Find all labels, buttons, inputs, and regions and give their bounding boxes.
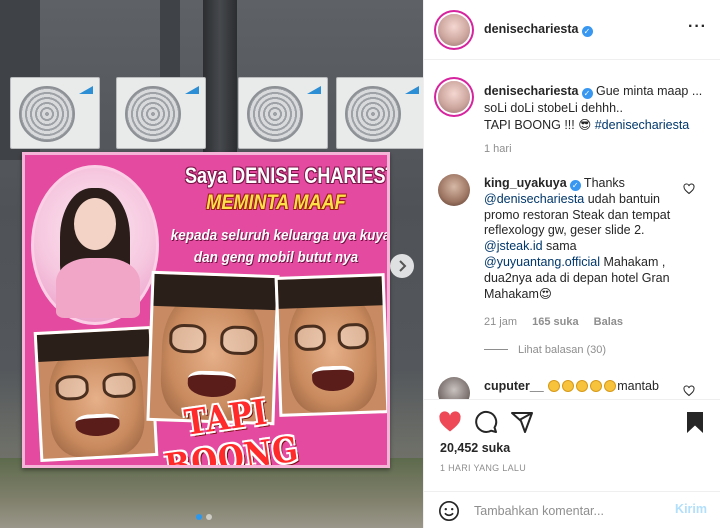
header-username[interactable]: denisechariesta [484, 22, 579, 36]
caption: denisechariesta ✓ Gue minta maap ... soLi… [484, 83, 710, 134]
post-comment-button[interactable]: Kirim [675, 502, 707, 516]
comment-username[interactable]: king_uyakuya [484, 176, 567, 190]
banner-line-2: MEMINTA MAAF [206, 191, 346, 214]
mention-link[interactable]: @jsteak.id [484, 239, 543, 253]
banner-line-4: dan geng mobil butut nya [193, 249, 359, 266]
mention-link[interactable]: @denisechariesta [484, 192, 584, 206]
banner-line-3: kepada seluruh keluarga uya kuya [170, 227, 390, 244]
caption-time[interactable]: 1 hari [484, 143, 512, 155]
emoji-icon [548, 380, 561, 392]
add-comment-bar: Kirim [424, 491, 720, 528]
post-panel: denisechariesta ✓ ··· denisechariesta ✓ Gu… [423, 0, 720, 528]
carousel-dot [196, 514, 202, 520]
replies-divider [484, 349, 508, 350]
share-icon[interactable] [510, 410, 534, 434]
header-username-row[interactable]: denisechariesta ✓ [484, 22, 593, 37]
reply-button[interactable]: Balas [594, 316, 623, 328]
comment-icon[interactable] [474, 410, 498, 434]
comment-text: sama [542, 239, 577, 254]
comment-time[interactable]: 21 jam [484, 316, 517, 328]
post-actions: 20,452 suka 1 HARI YANG LALU [424, 399, 720, 491]
verified-badge-icon: ✓ [581, 88, 593, 99]
emoji-icon[interactable] [438, 500, 460, 522]
comment-text: Thanks [580, 176, 625, 190]
emoji-icon [576, 380, 589, 392]
banner-portrait [31, 165, 159, 325]
bookmark-icon[interactable] [683, 410, 707, 434]
view-replies-button[interactable]: Lihat balasan (30) [484, 344, 606, 356]
apology-banner: Saya DENISE CHARIESTA MEMINTA MAAF kepad… [22, 152, 390, 468]
more-horizontal-icon[interactable]: ··· [688, 18, 707, 36]
hashtag-link[interactable]: #denisechariesta [595, 118, 690, 132]
comment-text: mantab [617, 379, 659, 393]
comment-username[interactable]: cuputer__ [484, 379, 544, 393]
emoji-icon [604, 380, 617, 392]
avatar[interactable] [438, 81, 470, 113]
caption-text: soLi doLi stobeLi dehhh.. [484, 101, 623, 115]
avatar[interactable] [438, 174, 470, 206]
carousel-dots [196, 514, 212, 520]
verified-badge-icon: ✓ [569, 180, 581, 191]
comment-meta: 21 jam 165 suka Balas [484, 316, 623, 328]
carousel-dot [206, 514, 212, 520]
mention-link[interactable]: @yuyuantang.official [484, 255, 600, 269]
post-image[interactable]: Saya DENISE CHARIESTA MEMINTA MAAF kepad… [0, 0, 423, 528]
ac-unit [336, 77, 423, 149]
likes-count[interactable]: 20,452 suka [440, 441, 510, 455]
chevron-right-icon[interactable] [390, 254, 414, 278]
ac-unit [238, 77, 328, 149]
verified-badge-icon: ✓ [581, 26, 593, 37]
emoji-icon [590, 380, 603, 392]
drain-pipe [203, 0, 237, 160]
comment-input[interactable] [474, 501, 664, 521]
heart-filled-icon[interactable] [438, 410, 462, 434]
heart-outline-icon[interactable] [683, 183, 695, 195]
comment-likes[interactable]: 165 suka [532, 316, 578, 328]
caption-text: TAPI BOONG !!! 😎 [484, 118, 595, 132]
heart-outline-icon[interactable] [683, 385, 695, 397]
ac-unit [10, 77, 100, 149]
ac-unit [116, 77, 206, 149]
comment: cuputer__ mantab [484, 379, 704, 395]
caption-text: Gue minta maap ... [592, 84, 703, 98]
banner-line-1: Saya DENISE CHARIESTA [184, 163, 390, 188]
comment: king_uyakuya ✓ Thanks @denisechariesta ud… [484, 176, 684, 302]
post-header: denisechariesta ✓ ··· [424, 0, 720, 60]
comments-list[interactable]: denisechariesta ✓ Gue minta maap ... soLi… [424, 61, 720, 399]
caption-username[interactable]: denisechariesta [484, 84, 579, 98]
avatar[interactable] [438, 377, 470, 399]
view-replies-label: Lihat balasan (30) [518, 344, 607, 356]
avatar[interactable] [438, 14, 470, 46]
post-time[interactable]: 1 HARI YANG LALU [440, 463, 526, 473]
emoji-icon [562, 380, 575, 392]
